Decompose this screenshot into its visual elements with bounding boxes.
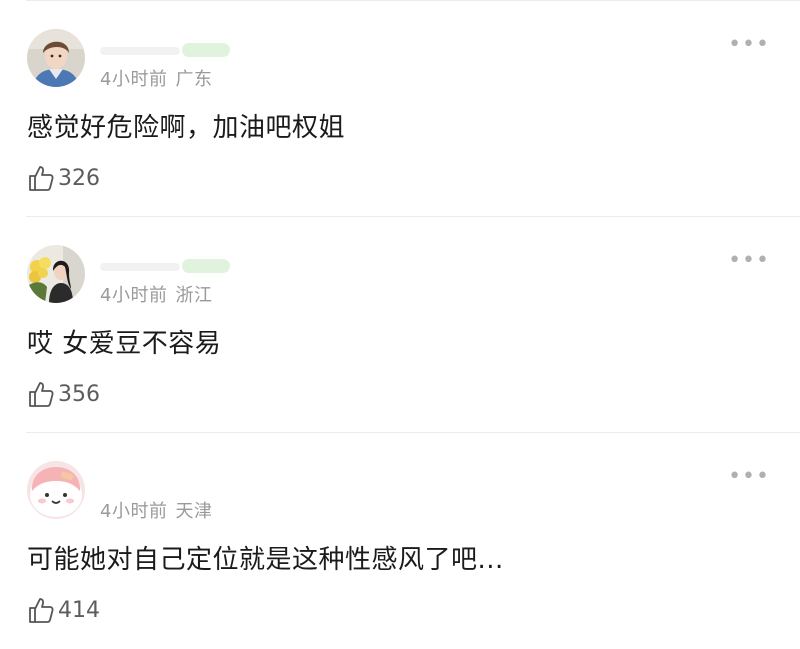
comment-meta: 4小时前 广东: [100, 65, 212, 91]
comment-item: 4小时前 浙江 ••• 哎 女爱豆不容易 356: [0, 217, 800, 433]
comment-text: 可能她对自己定位就是这种性感风了吧...: [27, 545, 504, 575]
person-avatar-icon: [27, 29, 85, 87]
like-count: 356: [58, 381, 100, 407]
more-options-icon[interactable]: •••: [728, 466, 770, 488]
like-button[interactable]: 356: [27, 377, 100, 411]
thumbs-up-icon: [29, 598, 54, 623]
thumbs-up-icon: [29, 382, 54, 407]
comment-time: 4小时前: [100, 501, 168, 522]
thumbs-up-icon: [29, 166, 54, 191]
avatar[interactable]: [27, 245, 85, 303]
username-redacted[interactable]: [100, 257, 230, 275]
comment-region: 天津: [175, 501, 213, 522]
avatar[interactable]: [27, 461, 85, 519]
more-options-icon[interactable]: •••: [728, 250, 770, 272]
like-count: 414: [58, 597, 100, 623]
comment-region: 浙江: [175, 285, 213, 306]
comment-text: 感觉好危险啊，加油吧权姐: [27, 113, 346, 143]
more-options-icon[interactable]: •••: [728, 34, 770, 56]
like-count: 326: [58, 165, 100, 191]
comment-time: 4小时前: [100, 69, 168, 90]
comment-time: 4小时前: [100, 285, 168, 306]
person-avatar-icon: [27, 245, 85, 303]
comment-text: 哎 女爱豆不容易: [27, 329, 222, 359]
comment-region: 广东: [175, 69, 213, 90]
comment-item: 4小时前 广东 ••• 感觉好危险啊，加油吧权姐 326: [0, 1, 800, 217]
comment-item: 4小时前 天津 ••• 可能她对自己定位就是这种性感风了吧... 414: [0, 433, 800, 649]
avatar[interactable]: [27, 29, 85, 87]
like-button[interactable]: 414: [27, 593, 100, 627]
comment-meta: 4小时前 浙江: [100, 281, 212, 307]
cartoon-avatar-icon: [27, 461, 85, 519]
comment-meta: 4小时前 天津: [100, 497, 212, 523]
username-redacted[interactable]: [100, 41, 230, 59]
like-button[interactable]: 326: [27, 161, 100, 195]
